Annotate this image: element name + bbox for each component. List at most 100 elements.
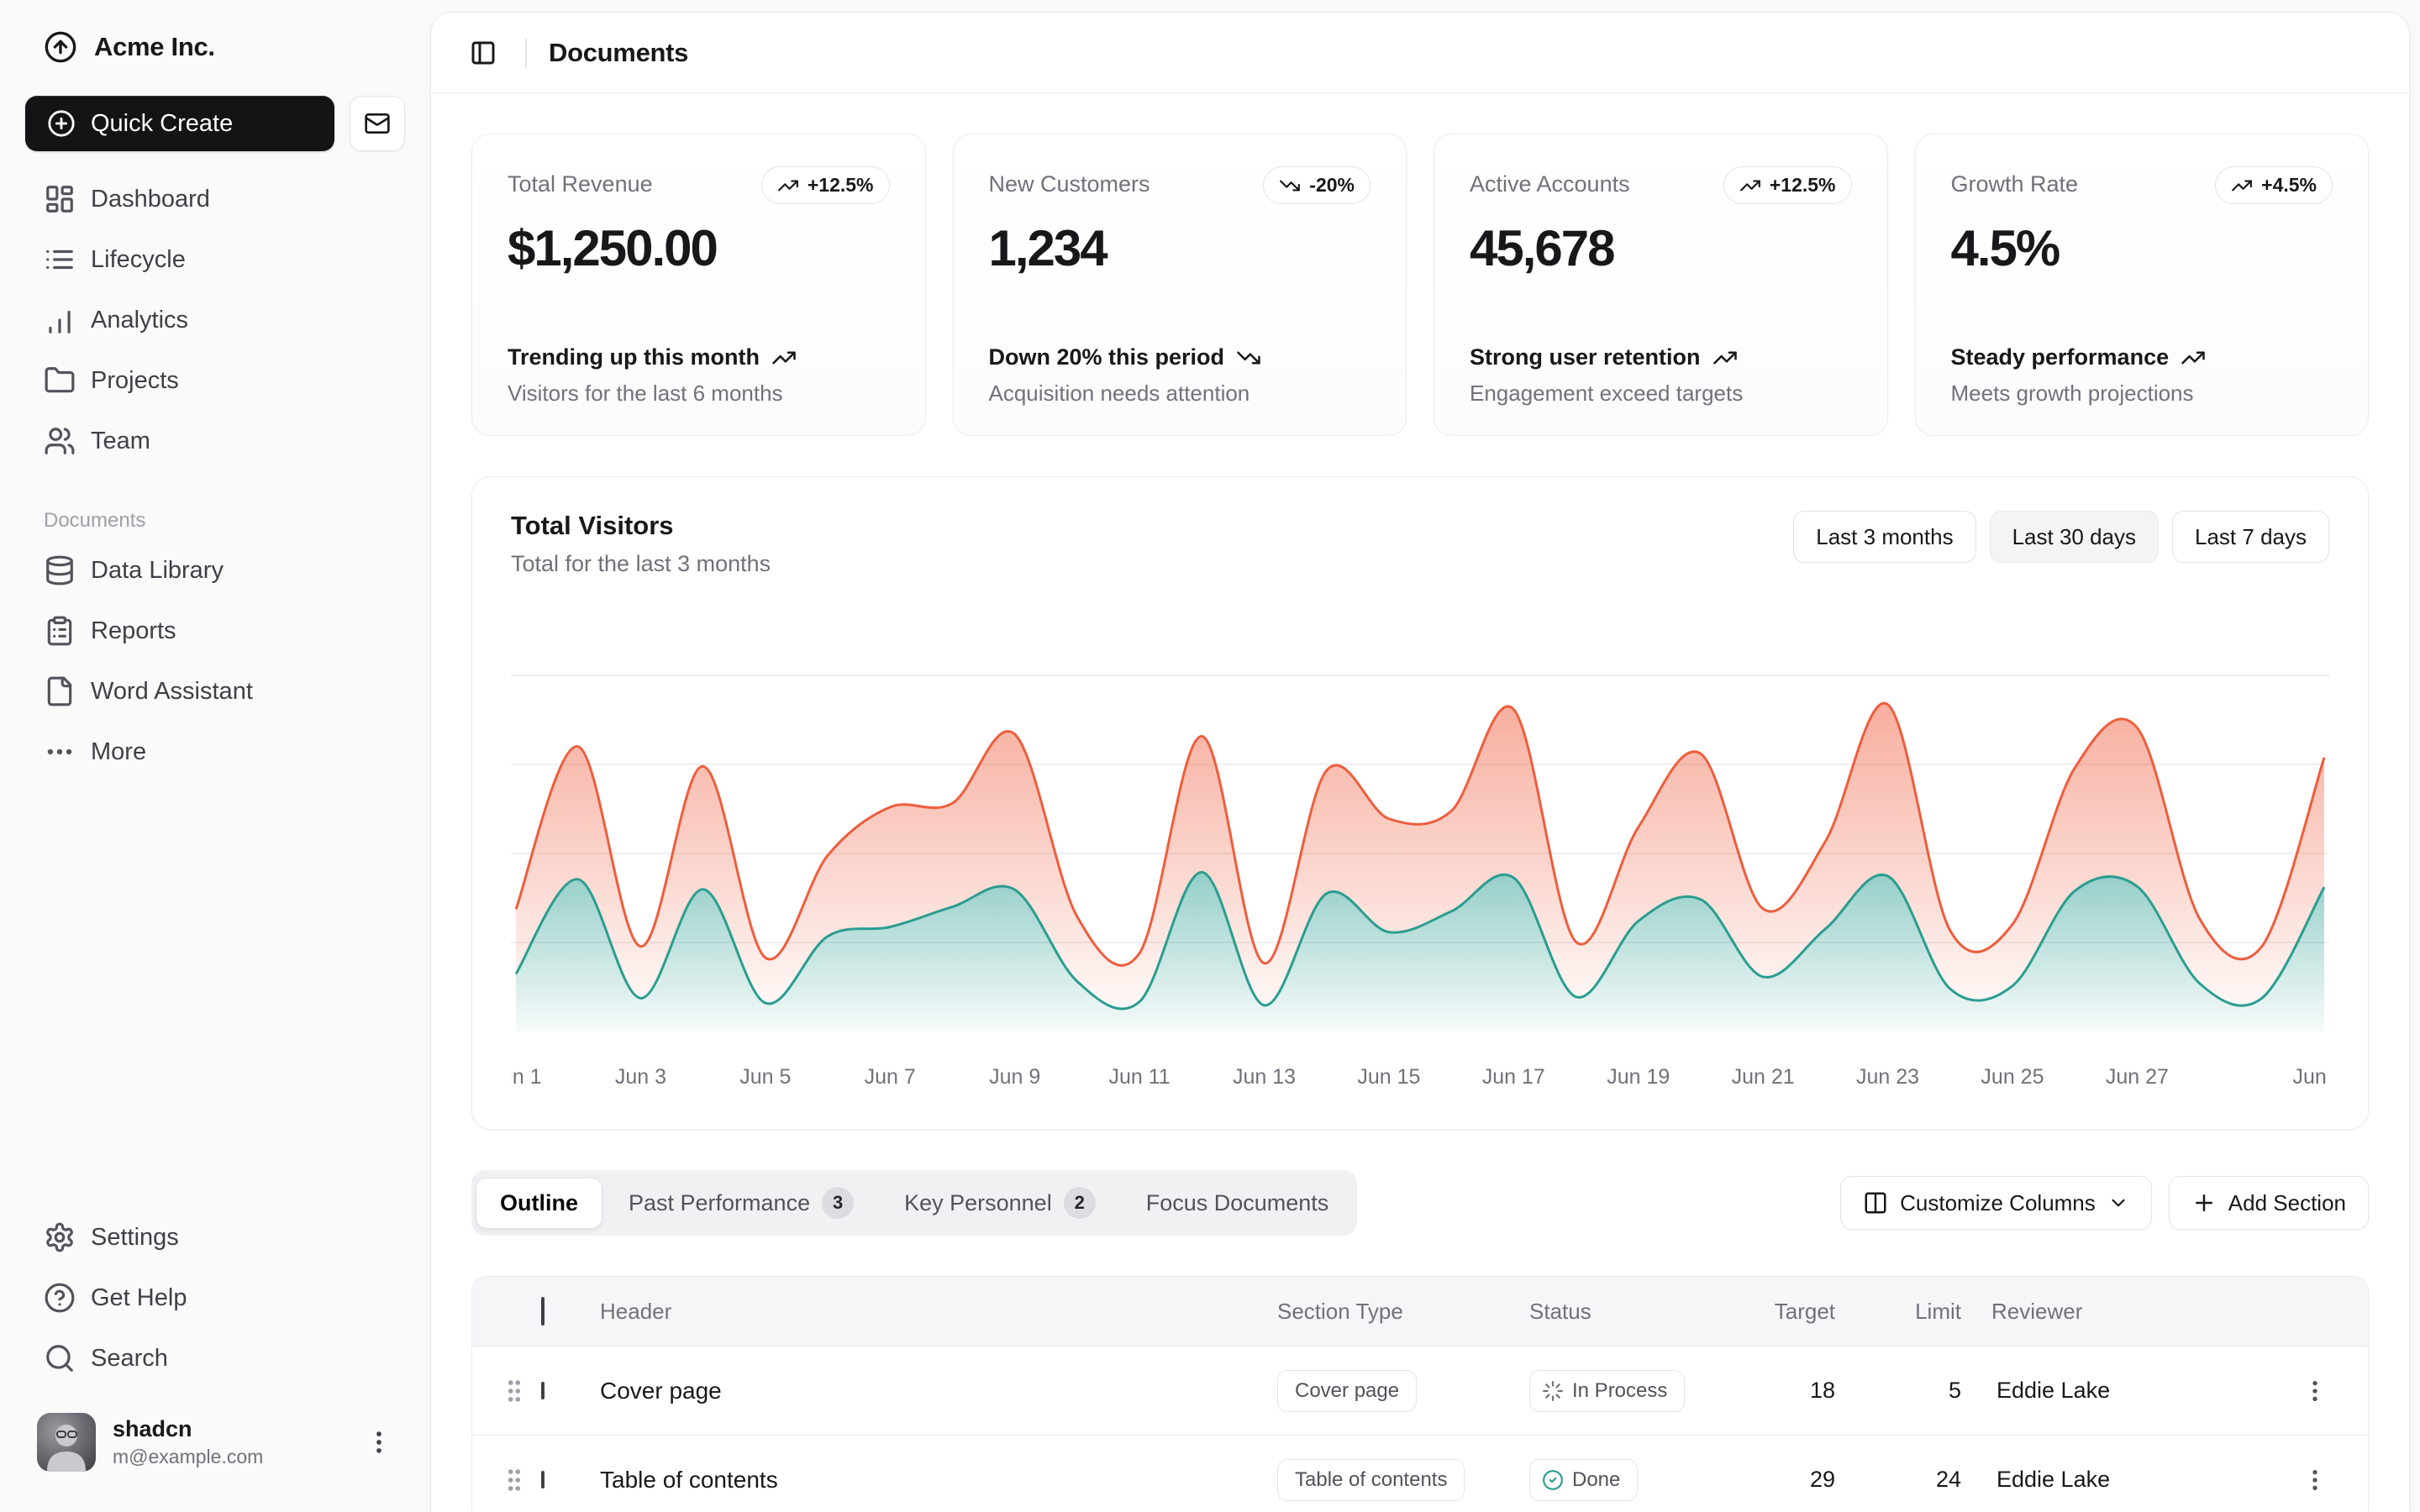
sidebar-item-get-help[interactable]: Get Help [25, 1268, 405, 1327]
sidebar-item-reports[interactable]: Reports [25, 601, 405, 660]
sidebar-item-label: Projects [91, 367, 179, 395]
sidebar-nav-main: Dashboard Lifecycle Analytics Projects Team [25, 170, 405, 470]
plus-icon [2191, 1190, 2217, 1215]
sections-table: HeaderSection TypeStatusTargetLimitRevie… [471, 1276, 2369, 1512]
x-axis-tick: Jun 3 [615, 1065, 666, 1089]
limit-cell[interactable]: 24 [1865, 1467, 1991, 1493]
customize-columns-button[interactable]: Customize Columns [1840, 1176, 2152, 1230]
stat-card-new-customers: New Customers-20%1,234Down 20% this peri… [953, 134, 1407, 436]
sidebar-item-label: Lifecycle [91, 246, 186, 274]
sidebar-item-team[interactable]: Team [25, 412, 405, 470]
quick-create-button[interactable]: Quick Create [25, 96, 334, 151]
org-name: Acme Inc. [94, 32, 215, 62]
stat-card-value: 45,678 [1470, 219, 1852, 277]
trend-badge: -20% [1263, 166, 1370, 204]
row-checkbox[interactable] [541, 1471, 544, 1488]
row-menu-button[interactable] [2277, 1467, 2353, 1494]
drag-handle[interactable] [487, 1466, 541, 1494]
trending-up-icon [2231, 175, 2253, 197]
reviewer-cell[interactable]: Eddie Lake [1991, 1467, 2277, 1493]
sidebar-toggle-button[interactable] [463, 33, 503, 73]
user-menu[interactable]: shadcn m@example.com [25, 1403, 405, 1482]
add-section-button[interactable]: Add Section [2169, 1176, 2369, 1230]
sidebar-item-label: Settings [91, 1224, 179, 1252]
trending-up-icon [1712, 345, 1738, 370]
stat-card-total-revenue: Total Revenue+12.5%$1,250.00Trending up … [471, 134, 926, 436]
sidebar-item-label: Dashboard [91, 186, 210, 213]
target-cell[interactable]: 29 [1765, 1467, 1865, 1493]
x-axis-tick: Jun 11 [1108, 1065, 1170, 1089]
sidebar-item-dashboard[interactable]: Dashboard [25, 170, 405, 228]
header-divider [525, 39, 527, 67]
row-header-cell[interactable]: Table of contents [600, 1467, 1277, 1494]
grip-vertical-icon [500, 1377, 529, 1405]
add-section-label: Add Section [2228, 1190, 2346, 1216]
trending-up-icon [1739, 175, 1761, 197]
stat-card-value: 1,234 [989, 219, 1371, 277]
chart-bar-icon [44, 304, 76, 336]
trending-up-icon [2181, 345, 2206, 370]
sidebar-item-data-library[interactable]: Data Library [25, 541, 405, 600]
user-menu-trigger[interactable] [365, 1428, 393, 1457]
range-button-last-30-days[interactable]: Last 30 days [1990, 511, 2159, 563]
tab-past-performance[interactable]: Past Performance3 [605, 1175, 877, 1231]
customize-columns-label: Customize Columns [1900, 1190, 2096, 1216]
table-row: Table of contentsTable of contentsDone29… [472, 1435, 2368, 1512]
inbox-button[interactable] [350, 96, 405, 151]
sidebar-item-analytics[interactable]: Analytics [25, 291, 405, 349]
reviewer-cell[interactable]: Eddie Lake [1991, 1378, 2277, 1404]
limit-cell[interactable]: 5 [1865, 1378, 1991, 1404]
tab-focus-documents[interactable]: Focus Documents [1123, 1179, 1353, 1228]
sidebar-item-lifecycle[interactable]: Lifecycle [25, 230, 405, 289]
stat-card-label: Active Accounts [1470, 166, 1630, 197]
search-icon [44, 1342, 76, 1374]
panel-left-icon [470, 39, 497, 66]
section-type-badge: Table of contents [1277, 1459, 1465, 1501]
sidebar-item-search[interactable]: Search [25, 1329, 405, 1388]
page-title: Documents [549, 38, 688, 68]
ellipsis-vertical-icon [2302, 1378, 2328, 1404]
target-cell[interactable]: 18 [1765, 1378, 1865, 1404]
layout-dashboard-icon [44, 183, 76, 215]
table-toolbar: Customize Columns Add Section [1840, 1176, 2369, 1230]
quick-create-row: Quick Create [25, 96, 405, 151]
tab-key-personnel[interactable]: Key Personnel2 [881, 1175, 1119, 1231]
x-axis-tick: Jun 17 [1482, 1065, 1545, 1089]
stat-card-footer: Strong user retention Engagement exceed … [1470, 344, 1852, 407]
columns-icon [1863, 1190, 1888, 1215]
trending-up-icon [771, 345, 797, 370]
sidebar-section-label: Documents [25, 509, 405, 533]
trend-badge: +12.5% [761, 166, 890, 204]
sidebar-item-label: Data Library [91, 557, 224, 585]
select-all-checkbox[interactable] [541, 1297, 544, 1326]
sidebar-item-word-assistant[interactable]: Word Assistant [25, 662, 405, 721]
ellipsis-vertical-icon [365, 1428, 393, 1457]
clipboard-list-icon [44, 615, 76, 647]
visitors-area-chart: Jun 1Jun 3Jun 5Jun 7Jun 9Jun 11Jun 13Jun… [511, 642, 2329, 1110]
tab-outline[interactable]: Outline [476, 1179, 602, 1228]
org-switcher[interactable]: Acme Inc. [25, 22, 405, 72]
table-row: Cover pageCover pageIn Process185Eddie L… [472, 1346, 2368, 1435]
row-checkbox[interactable] [541, 1382, 544, 1399]
column-header: Limit [1865, 1299, 1991, 1325]
sidebar-item-more[interactable]: More [25, 722, 405, 781]
dashboard-root: { "sidebar": { "logo": { "label": "Acme … [0, 0, 2420, 1512]
circle-plus-icon [47, 109, 76, 138]
drag-handle[interactable] [487, 1377, 541, 1405]
stat-card-label: Total Revenue [508, 166, 653, 197]
x-axis-tick: Jun 19 [1607, 1065, 1670, 1089]
row-menu-button[interactable] [2277, 1378, 2353, 1404]
trending-up-icon [777, 175, 799, 197]
quick-create-label: Quick Create [91, 110, 233, 138]
avatar [37, 1413, 96, 1472]
loader-icon [1542, 1380, 1564, 1402]
row-header-cell[interactable]: Cover page [600, 1378, 1277, 1404]
range-button-last-3-months[interactable]: Last 3 months [1793, 511, 1975, 563]
mail-icon [364, 110, 391, 137]
sidebar-item-label: More [91, 738, 146, 766]
sidebar-spacer [25, 781, 405, 1189]
range-button-last-7-days[interactable]: Last 7 days [2172, 511, 2329, 563]
sidebar-item-projects[interactable]: Projects [25, 351, 405, 410]
sidebar-item-label: Analytics [91, 307, 188, 334]
sidebar-item-settings[interactable]: Settings [25, 1208, 405, 1267]
